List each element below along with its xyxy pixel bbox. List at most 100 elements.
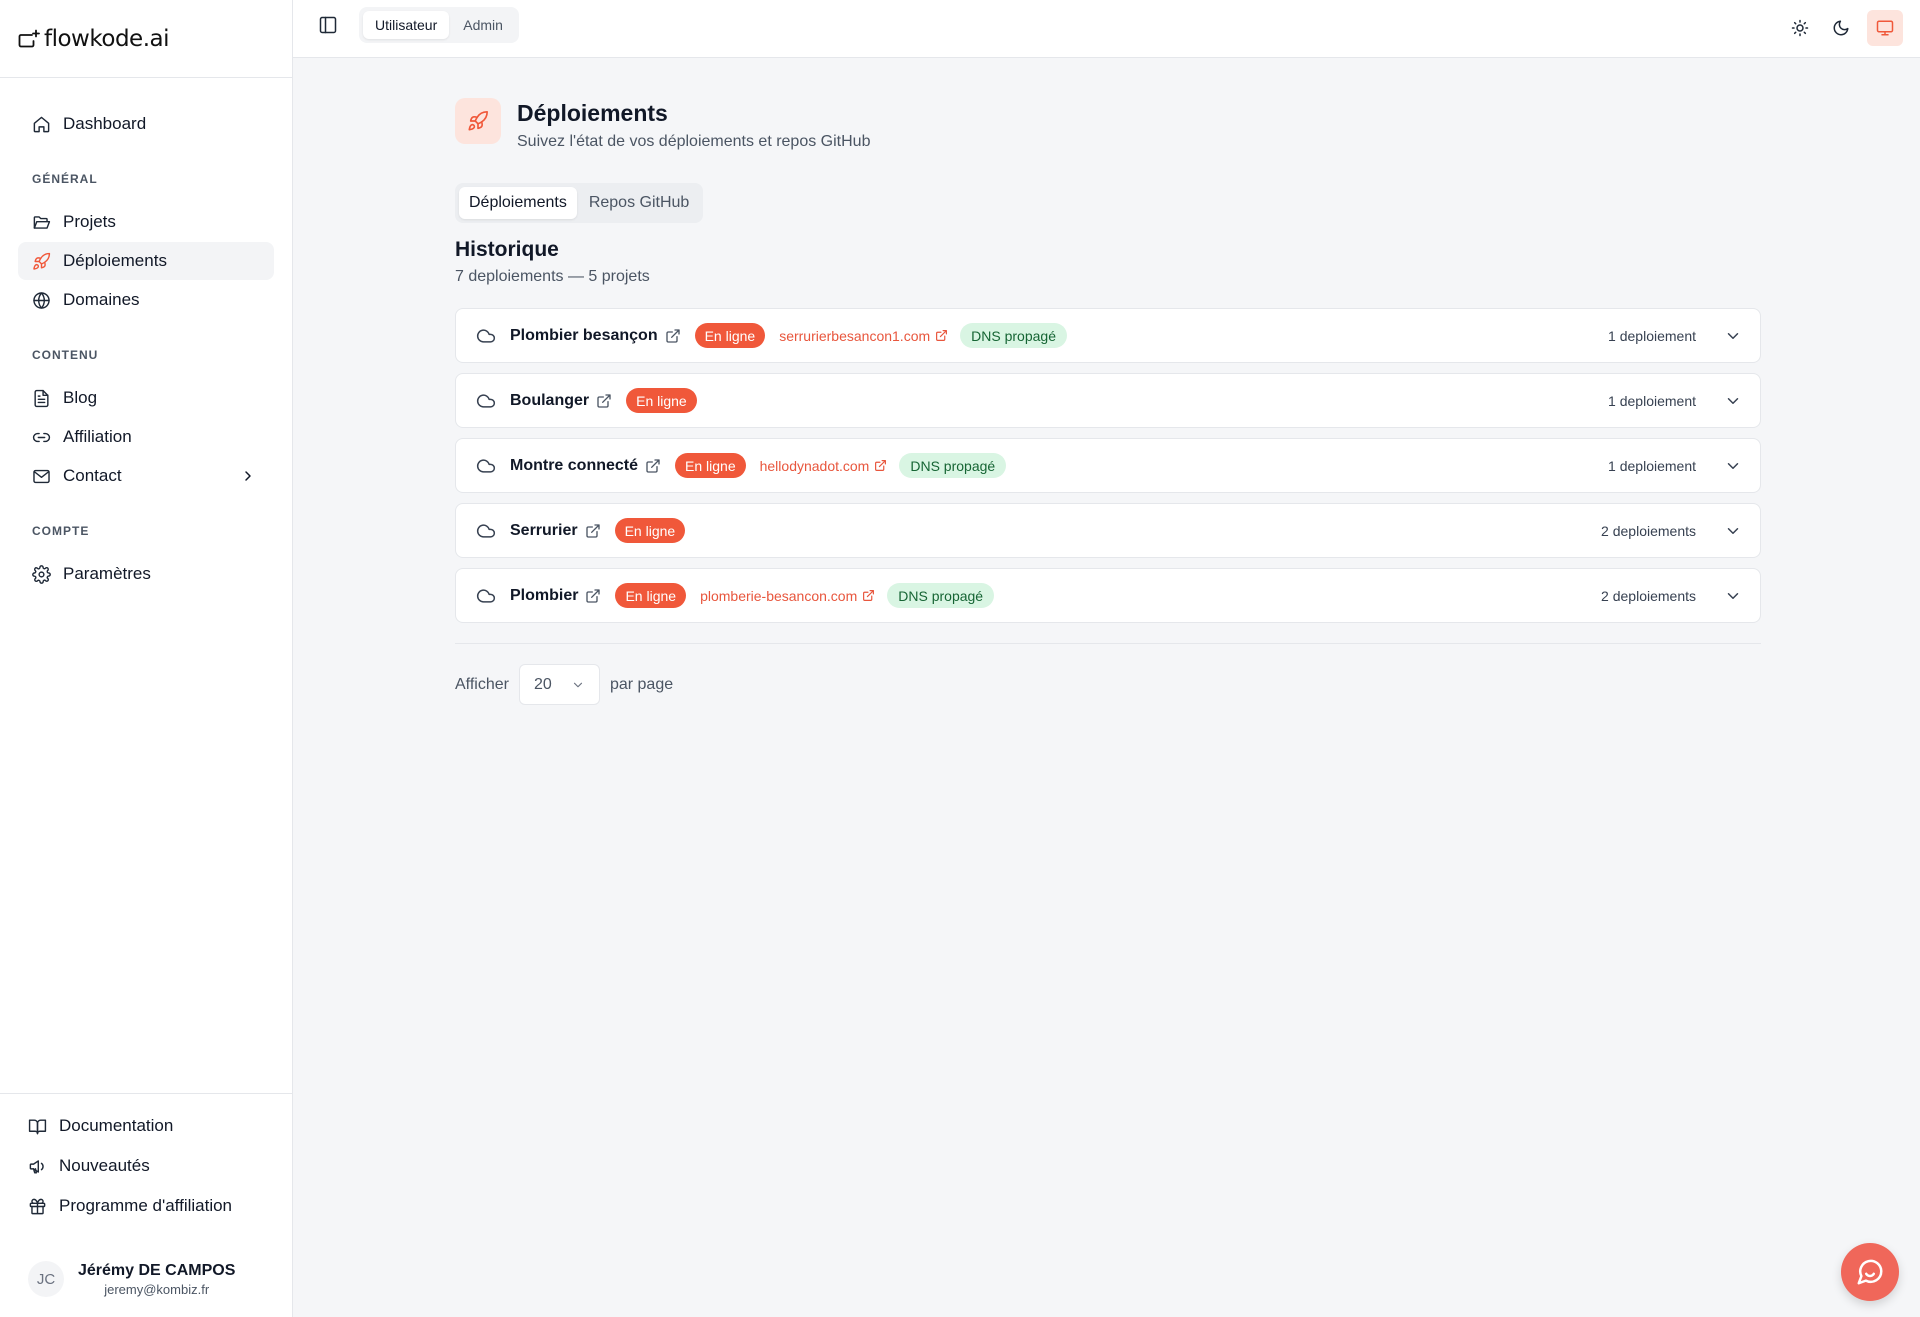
monitor-icon [1876, 20, 1894, 36]
rocket-icon [468, 111, 488, 131]
domain-link[interactable]: serrurierbesancon1.com [779, 328, 948, 344]
section-content: CONTENU [32, 348, 99, 362]
page-size-select[interactable]: 20 [518, 664, 600, 705]
cloud-icon [476, 328, 496, 343]
deployment-row[interactable]: Plombier besançon En ligne serrurierbesa… [455, 308, 1761, 363]
cloud-icon [476, 393, 496, 408]
sidebar-item-label: Documentation [59, 1116, 174, 1135]
deployment-count: 1 deploiement [1608, 392, 1696, 409]
dns-badge: DNS propagé [887, 583, 995, 608]
megaphone-icon [29, 1159, 44, 1174]
section-account: COMPTE [32, 524, 90, 538]
external-link-icon[interactable] [665, 328, 681, 344]
deployment-count: 2 deploiements [1601, 522, 1696, 539]
deployment-row[interactable]: Serrurier En ligne 2 deploiements [455, 503, 1761, 558]
user-email: jeremy@kombiz.fr [104, 1281, 210, 1297]
chevron-down-icon[interactable] [1724, 587, 1742, 605]
sidebar: flowkode.ai Dashboard GÉNÉRAL Projets Dé… [0, 0, 293, 1317]
home-icon [33, 116, 50, 132]
sidebar-item-deployments[interactable]: Déploiements [18, 242, 274, 280]
deployment-name: Plombier [510, 586, 579, 604]
sidebar-item-projects[interactable]: Projets [18, 203, 274, 241]
status-badge: En ligne [614, 518, 686, 543]
moon-icon [1833, 20, 1849, 36]
page-subtitle: Suivez l'état de vos déploiements et rep… [517, 133, 871, 150]
chevron-down-icon[interactable] [1724, 457, 1742, 475]
gift-icon [29, 1198, 46, 1214]
external-link-icon[interactable] [585, 588, 601, 604]
domain-text: plomberie-besancon.com [700, 587, 858, 604]
deployment-row[interactable]: Plombier En ligne plomberie-besancon.com… [455, 568, 1761, 623]
chat-button[interactable] [1841, 1243, 1899, 1301]
page-title: Déploiements [517, 100, 668, 126]
chevron-down-icon[interactable] [1724, 392, 1742, 410]
dns-badge: DNS propagé [899, 453, 1007, 478]
logo-text: flowkode.ai [44, 25, 170, 52]
book-open-icon [28, 1118, 47, 1134]
external-link-icon[interactable] [585, 523, 601, 539]
user-name: Jérémy DE CAMPOS [78, 1261, 236, 1279]
deployment-count: 1 deploiement [1608, 327, 1696, 344]
domain-text: hellodynadot.com [759, 457, 870, 474]
cloud-icon [476, 588, 496, 603]
status-badge: En ligne [675, 453, 746, 478]
chevron-right-icon [245, 471, 251, 481]
user-profile[interactable]: JC Jérémy DE CAMPOS jeremy@kombiz.fr [28, 1261, 235, 1297]
deployment-row[interactable]: Montre connecté En ligne hellodynadot.co… [455, 438, 1761, 493]
pagination: Afficher 20 par page [455, 664, 673, 705]
sidebar-item-label: Domaines [63, 290, 140, 309]
globe-icon [33, 291, 50, 309]
sidebar-item-settings[interactable]: Paramètres [18, 555, 274, 593]
chevron-down-icon[interactable] [1724, 522, 1742, 540]
sidebar-item-affiliation[interactable]: Affiliation [18, 418, 274, 456]
sidebar-item-blog[interactable]: Blog [18, 379, 274, 417]
sidebar-item-dashboard[interactable]: Dashboard [18, 105, 274, 143]
dns-badge: DNS propagé [960, 323, 1067, 348]
deployment-row[interactable]: Boulanger En ligne 1 deploiement [455, 373, 1761, 428]
tabs: Déploiements Repos GitHub [455, 183, 704, 223]
topbar: Utilisateur Admin [293, 0, 1920, 58]
page-icon [455, 98, 501, 144]
domain-text: serrurierbesancon1.com [779, 327, 931, 344]
system-theme-button[interactable] [1867, 10, 1903, 46]
dark-theme-button[interactable] [1823, 10, 1859, 46]
chevron-down-icon[interactable] [1724, 327, 1742, 345]
role-admin-button[interactable]: Admin [451, 11, 515, 39]
light-theme-button[interactable] [1782, 10, 1818, 46]
cloud-icon [476, 458, 496, 473]
role-user-button[interactable]: Utilisateur [363, 11, 450, 39]
folder-open-icon [33, 215, 51, 229]
section-subtitle: 7 deploiements — 5 projets [455, 268, 650, 285]
divider [455, 643, 1761, 644]
deployment-name: Plombier besançon [510, 326, 658, 344]
domain-link[interactable]: plomberie-besancon.com [700, 588, 875, 604]
deployment-count: 2 deploiements [1601, 587, 1696, 604]
sidebar-item-label: Projets [63, 212, 116, 231]
external-link-icon [863, 590, 875, 601]
logo-icon [18, 29, 40, 47]
sidebar-item-news[interactable]: Nouveautés [14, 1146, 278, 1186]
sidebar-item-domains[interactable]: Domaines [18, 281, 274, 319]
sidebar-item-contact[interactable]: Contact [18, 457, 274, 495]
logo[interactable]: flowkode.ai [0, 0, 292, 78]
status-badge: En ligne [615, 583, 687, 608]
tab-github-repos[interactable]: Repos GitHub [579, 187, 700, 219]
external-link-icon[interactable] [596, 393, 612, 409]
tab-deployments[interactable]: Déploiements [459, 187, 577, 219]
section-general: GÉNÉRAL [32, 172, 98, 186]
sidebar-item-label: Blog [63, 388, 98, 407]
sidebar-item-label: Dashboard [63, 114, 147, 133]
rocket-icon [33, 252, 51, 270]
sidebar-toggle-icon[interactable] [318, 15, 338, 35]
avatar: JC [28, 1261, 64, 1297]
external-link-icon[interactable] [645, 458, 661, 474]
sidebar-item-affiliate-program[interactable]: Programme d'affiliation [14, 1186, 278, 1226]
domain-link[interactable]: hellodynadot.com [760, 458, 888, 474]
sidebar-item-documentation[interactable]: Documentation [14, 1106, 278, 1146]
pagination-label-after: par page [609, 675, 674, 693]
sidebar-item-label: Programme d'affiliation [59, 1196, 233, 1215]
section-title: Historique [455, 238, 559, 261]
sidebar-item-label: Nouveautés [59, 1156, 150, 1175]
deployment-count: 1 deploiement [1608, 457, 1696, 474]
main-nav: Dashboard GÉNÉRAL Projets Déploiements D… [0, 78, 292, 593]
